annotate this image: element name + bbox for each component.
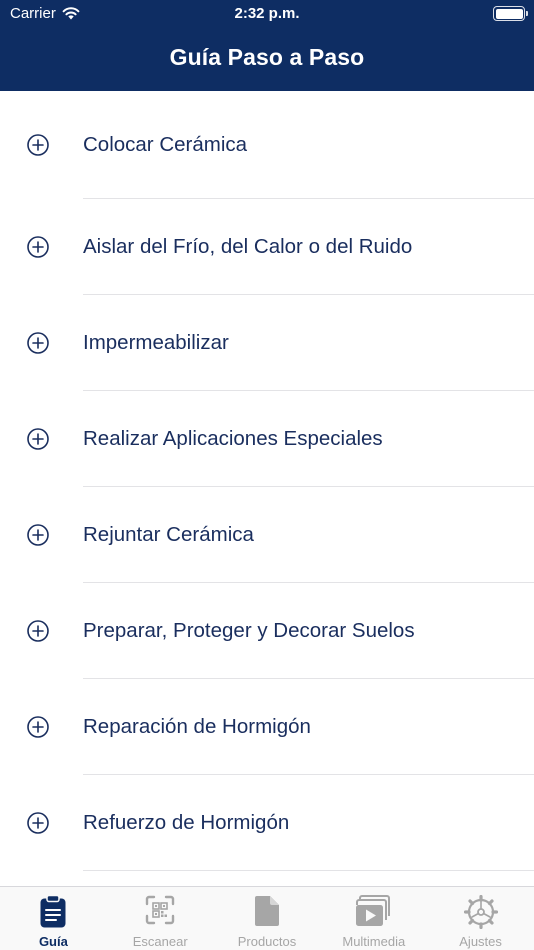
list-item-label: Aislar del Frío, del Calor o del Ruido — [83, 235, 413, 258]
qr-scan-icon — [145, 895, 175, 925]
expand-plus-icon[interactable] — [27, 812, 49, 834]
list-item-label: Preparar, Proteger y Decorar Suelos — [83, 619, 415, 642]
expand-plus-icon[interactable] — [27, 428, 49, 450]
tab-guia[interactable]: Guía — [0, 887, 107, 950]
list-item-aislar[interactable]: Aislar del Frío, del Calor o del Ruido — [0, 199, 534, 295]
list-item-label: Reparación de Hormigón — [83, 715, 311, 738]
app-header: Carrier 2:32 p.m. Guía Paso a Paso — [0, 0, 534, 91]
expand-plus-icon[interactable] — [27, 236, 49, 258]
list-item-label: Refuerzo de Hormigón — [83, 811, 290, 834]
list-item-label: Impermeabilizar — [83, 331, 229, 354]
list-item-impermeabilizar[interactable]: Impermeabilizar — [0, 295, 534, 391]
tab-label: Multimedia — [342, 934, 406, 949]
list-item-reparacion-hormigon[interactable]: Reparación de Hormigón — [0, 679, 534, 775]
page-title: Guía Paso a Paso — [169, 44, 365, 70]
tab-productos[interactable]: Productos — [214, 887, 321, 950]
status-bar: Carrier 2:32 p.m. — [0, 0, 534, 28]
tab-ajustes[interactable]: Ajustes — [427, 887, 534, 950]
guide-list: Colocar Cerámica Aislar del Frío, del Ca… — [0, 91, 534, 871]
tab-label: Escanear — [132, 934, 188, 949]
list-item-refuerzo-hormigon[interactable]: Refuerzo de Hormigón — [0, 775, 534, 871]
list-item-label: Rejuntar Cerámica — [83, 523, 254, 546]
expand-plus-icon[interactable] — [27, 134, 49, 156]
tab-bar: Guía Escanear Productos Multimedia Ajust… — [0, 886, 534, 950]
video-library-icon — [355, 895, 390, 926]
battery-icon — [493, 6, 528, 21]
expand-plus-icon[interactable] — [27, 524, 49, 546]
tab-label: Ajustes — [459, 934, 502, 949]
document-icon — [254, 896, 279, 926]
list-item-label: Colocar Cerámica — [83, 133, 248, 156]
list-item-suelos[interactable]: Preparar, Proteger y Decorar Suelos — [0, 583, 534, 679]
list-item-aplicaciones-especiales[interactable]: Realizar Aplicaciones Especiales — [0, 391, 534, 487]
list-item-label: Realizar Aplicaciones Especiales — [83, 427, 383, 450]
clipboard-icon — [40, 895, 66, 928]
list-item-rejuntar-ceramica[interactable]: Rejuntar Cerámica — [0, 487, 534, 583]
tab-label: Productos — [237, 934, 297, 949]
expand-plus-icon[interactable] — [27, 332, 49, 354]
expand-plus-icon[interactable] — [27, 620, 49, 642]
expand-plus-icon[interactable] — [27, 716, 49, 738]
divider — [83, 870, 534, 871]
status-time: 2:32 p.m. — [234, 5, 300, 22]
tab-multimedia[interactable]: Multimedia — [320, 887, 427, 950]
list-item-colocar-ceramica[interactable]: Colocar Cerámica — [0, 91, 534, 199]
tab-label: Guía — [38, 934, 68, 949]
tab-escanear[interactable]: Escanear — [107, 887, 214, 950]
gear-icon — [463, 895, 498, 929]
